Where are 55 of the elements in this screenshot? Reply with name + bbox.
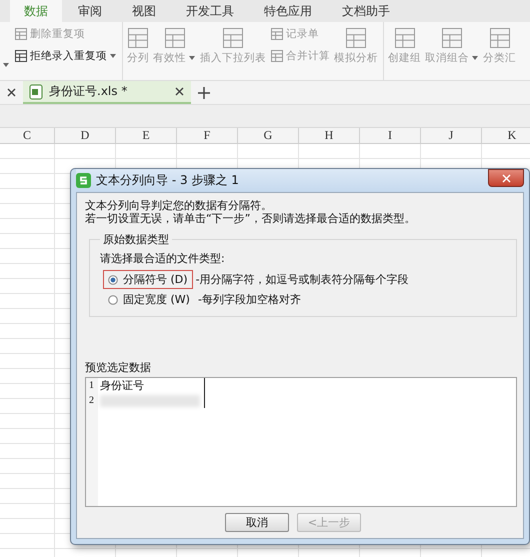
ribbon-tab[interactable]: 视图 — [118, 0, 170, 22]
ribbon-tab[interactable]: 开发工具 — [172, 0, 248, 22]
row-number: 2 — [89, 395, 94, 406]
caret-icon — [2, 62, 10, 68]
radio-option[interactable]: 分隔符号 (D) — [104, 271, 192, 288]
column-header[interactable]: F — [177, 128, 238, 143]
row-number: 1 — [89, 380, 94, 391]
preview-text: 身份证号 — [100, 378, 144, 393]
radio-button[interactable] — [108, 274, 118, 284]
table-icon — [441, 27, 463, 49]
table-icon — [345, 27, 367, 49]
group-title: 原始数据类型 — [102, 232, 170, 247]
caret-icon — [188, 55, 196, 61]
add-icon — [197, 86, 211, 100]
column-header[interactable]: E — [116, 128, 177, 143]
dialog-title: 文本分列向导 - 3 步骤之 1 — [96, 172, 239, 189]
column-header[interactable]: H — [299, 128, 360, 143]
intro-text: 文本分列向导判定您的数据有分隔符。 — [85, 199, 273, 212]
table-icon — [14, 27, 28, 41]
column-header[interactable]: C — [0, 128, 55, 143]
app-icon — [76, 173, 91, 188]
intro-text: 若一切设置无误，请单击“下一步”，否则请选择最合适的数据类型。 — [85, 212, 416, 225]
ribbon-tab[interactable]: 特色应用 — [250, 0, 326, 22]
radio-button[interactable] — [108, 294, 118, 304]
file-icon — [29, 84, 43, 100]
close-icon — [500, 172, 512, 184]
ribbon-tab[interactable]: 审阅 — [64, 0, 116, 22]
ribbon-tab[interactable]: 数据 — [10, 0, 62, 22]
ribbon-button[interactable]: 拒绝录入重复项 — [13, 48, 118, 64]
table-icon — [394, 27, 416, 49]
option-description: -每列字段加空格对齐 — [198, 292, 301, 307]
column-header[interactable]: J — [421, 128, 482, 143]
column-header[interactable]: G — [238, 128, 299, 143]
caret-icon — [109, 53, 117, 59]
table-icon — [164, 27, 186, 49]
table-icon — [270, 49, 284, 63]
close-icon — [6, 87, 17, 98]
column-header[interactable]: D — [55, 128, 116, 143]
caret-icon — [471, 55, 479, 61]
dialog-button[interactable]: 取消 — [225, 513, 289, 532]
ribbon-tab[interactable]: 文档助手 — [328, 0, 404, 22]
column-header[interactable]: I — [360, 128, 421, 143]
column-header[interactable]: K — [482, 128, 530, 143]
table-icon — [222, 27, 244, 49]
close-button[interactable] — [488, 169, 524, 187]
prompt-text: 请选择最合适的文件类型: — [100, 251, 226, 266]
table-icon — [14, 49, 28, 63]
option-description: -用分隔字符，如逗号或制表符分隔每个字段 — [196, 272, 409, 287]
table-icon — [127, 27, 149, 49]
close-icon — [174, 86, 185, 97]
table-icon — [270, 27, 284, 41]
table-icon — [488, 27, 510, 49]
radio-option[interactable]: 固定宽度 (W) — [104, 291, 194, 308]
document-tab[interactable]: 身份证号.xls * — [23, 81, 191, 104]
preview-title: 预览选定数据 — [85, 360, 152, 375]
